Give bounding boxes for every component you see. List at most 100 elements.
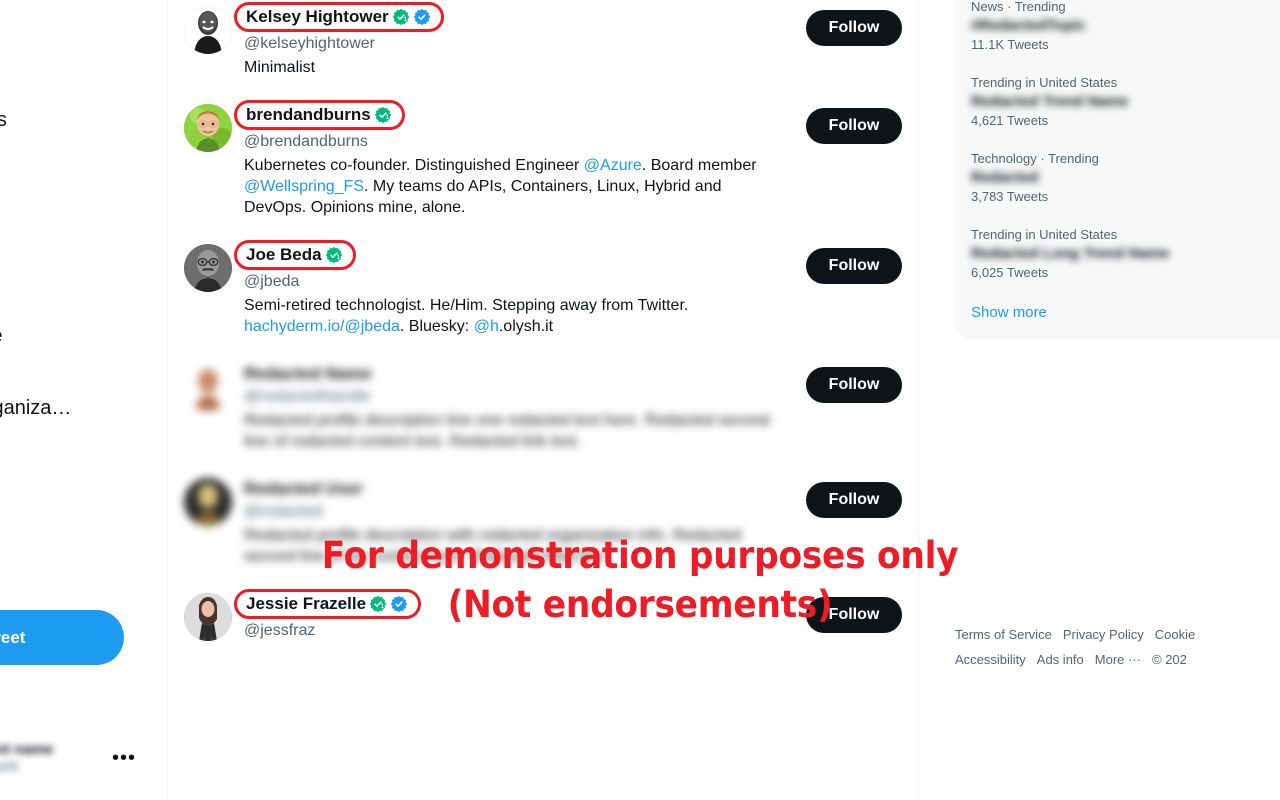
bio-url-link[interactable]: hachyderm.io/@jbeda bbox=[244, 318, 400, 335]
avatar[interactable] bbox=[184, 478, 232, 526]
footer-link-cookie[interactable]: Cookie bbox=[1155, 627, 1195, 642]
blue-verified-badge-icon bbox=[413, 8, 430, 26]
sidebar-item-label: Twitter Blue bbox=[0, 324, 2, 348]
follow-button[interactable]: Follow bbox=[806, 108, 902, 144]
user-name-highlight[interactable]: Joe Beda 1 bbox=[234, 240, 356, 270]
trend-meta: News · Trending bbox=[971, 0, 1066, 14]
user-bio: Semi-retired technologist. He/Him. Stepp… bbox=[244, 295, 786, 337]
follow-button[interactable]: Follow bbox=[806, 597, 902, 633]
footer-link-privacy[interactable]: Privacy Policy bbox=[1063, 627, 1144, 642]
user-name-wrap[interactable]: Redacted Name bbox=[244, 363, 372, 385]
user-name: Redacted User bbox=[244, 479, 364, 498]
avatar-image bbox=[184, 363, 232, 411]
trend-item[interactable]: Trending in United States Redacted Long … bbox=[955, 216, 1280, 292]
trend-item[interactable]: News · Trending #RedactedTopic 11.1K Twe… bbox=[955, 0, 1280, 64]
right-column: NFL · Last night Redacted Trend News · T… bbox=[919, 0, 1280, 800]
user-name-highlight[interactable]: Jessie Frazelle 1 bbox=[234, 589, 422, 619]
user-cell[interactable]: Joe Beda 1 @jbeda Semi-retired technolog… bbox=[168, 230, 918, 349]
user-topline: Kelsey Hightower 1 bbox=[234, 2, 786, 32]
footer-link-more[interactable]: More ··· bbox=[1095, 652, 1141, 667]
footer-link-accessibility[interactable]: Accessibility bbox=[955, 652, 1026, 667]
more-options-icon[interactable]: ••• bbox=[112, 748, 136, 768]
trend-count: 3,783 Tweets bbox=[971, 189, 1049, 204]
follow-button[interactable]: Follow bbox=[806, 248, 902, 284]
trend-title: Redacted Long Trend Name bbox=[971, 245, 1170, 262]
avatar-image bbox=[184, 593, 232, 641]
follow-button[interactable]: Follow bbox=[806, 10, 902, 46]
user-cell[interactable]: Redacted User @redacted Redacted profile… bbox=[168, 464, 918, 579]
follow-button[interactable]: Follow bbox=[806, 482, 902, 518]
left-sidebar: Notifications Messages Bookmarks Twitter… bbox=[0, 0, 168, 800]
user-handle: @jessfraz bbox=[244, 622, 316, 639]
avatar[interactable] bbox=[184, 363, 232, 411]
bio-mention-link[interactable]: @Azure bbox=[584, 157, 642, 174]
footer-link-terms[interactable]: Terms of Service bbox=[955, 627, 1052, 642]
user-handle: @redactedhandle bbox=[244, 388, 371, 405]
trend-count: 6,025 Tweets bbox=[971, 265, 1049, 280]
user-cell[interactable]: brendandburns 1 @brendandburns Kubernete… bbox=[168, 90, 918, 230]
user-bio: Redacted profile description line one re… bbox=[244, 412, 770, 450]
user-bio: Redacted profile description with redact… bbox=[244, 527, 742, 565]
account-name: Account name bbox=[0, 741, 54, 758]
green-check-badge-icon: 1 bbox=[374, 106, 391, 124]
trend-meta: Trending in United States bbox=[971, 75, 1118, 90]
sidebar-item-label: Notifications bbox=[0, 109, 7, 131]
sidebar-item-notifications[interactable]: Notifications bbox=[0, 96, 168, 144]
user-name: Redacted Name bbox=[244, 364, 372, 383]
follow-button[interactable]: Follow bbox=[806, 367, 902, 403]
show-more-link[interactable]: Show more bbox=[955, 292, 1280, 333]
trend-item[interactable]: Trending in United States Redacted Trend… bbox=[955, 64, 1280, 140]
footer-links: Terms of Service Privacy Policy Cookie Acc… bbox=[955, 622, 1280, 672]
user-bio: Minimalist bbox=[244, 59, 316, 76]
user-handle: @kelseyhightower bbox=[244, 35, 375, 52]
sidebar-item-messages[interactable]: Messages bbox=[0, 168, 168, 216]
user-info: Redacted User @redacted Redacted profile… bbox=[244, 478, 794, 567]
trend-item[interactable]: Technology · Trending Redacted 3,783 Twe… bbox=[955, 140, 1280, 216]
green-check-badge-icon: 1 bbox=[392, 8, 409, 26]
sidebar-item-bookmarks[interactable]: Bookmarks bbox=[0, 240, 168, 288]
user-name-wrap[interactable]: Redacted User bbox=[244, 478, 363, 500]
user-cell[interactable]: Jessie Frazelle 1 @jessfraz Follow bbox=[168, 579, 918, 653]
avatar[interactable] bbox=[184, 244, 232, 292]
user-topline: Redacted Name bbox=[244, 363, 786, 385]
user-name: Joe Beda bbox=[246, 245, 322, 264]
user-handle: @brendandburns bbox=[244, 133, 368, 150]
avatar[interactable] bbox=[184, 104, 232, 152]
user-name-highlight[interactable]: brendandburns 1 bbox=[234, 100, 405, 130]
user-name-highlight[interactable]: Kelsey Hightower 1 bbox=[234, 2, 444, 32]
user-info: Redacted Name @redactedhandle Redacted p… bbox=[244, 363, 794, 452]
green-check-badge-icon: 1 bbox=[369, 595, 387, 613]
trend-meta: Technology · Trending bbox=[971, 151, 1099, 166]
user-cell[interactable]: Redacted Name @redactedhandle Redacted p… bbox=[168, 349, 918, 464]
bio-text: Semi-retired technologist. He/Him. Stepp… bbox=[244, 297, 689, 314]
account-handle: @account bbox=[0, 758, 18, 775]
avatar-image bbox=[184, 478, 232, 526]
avatar[interactable] bbox=[184, 593, 232, 641]
footer-link-ads-info[interactable]: Ads info bbox=[1037, 652, 1084, 667]
trend-count: 11.1K Tweets bbox=[971, 37, 1049, 52]
user-name: Kelsey Hightower bbox=[246, 7, 389, 26]
tweet-button[interactable]: Tweet bbox=[0, 610, 124, 665]
sidebar-item-label: Verified Organiza… bbox=[0, 397, 72, 419]
green-check-badge-icon: 1 bbox=[325, 246, 342, 264]
avatar[interactable] bbox=[184, 6, 232, 54]
account-switcher[interactable]: Account name @account ••• bbox=[0, 726, 148, 790]
user-cell[interactable]: Kelsey Hightower 1 @kelseyhightower Mini… bbox=[168, 0, 918, 90]
twitter-connect-page: Notifications Messages Bookmarks Twitter… bbox=[0, 0, 1280, 800]
user-handle: @jbeda bbox=[244, 273, 300, 290]
user-info: Jessie Frazelle 1 @jessfraz bbox=[234, 589, 794, 641]
sidebar-item-twitter-blue[interactable]: Twitter Blue bbox=[0, 312, 168, 360]
trend-title: #RedactedTopic bbox=[971, 17, 1086, 34]
blue-verified-badge-icon bbox=[390, 595, 408, 613]
user-info: Joe Beda 1 @jbeda Semi-retired technolog… bbox=[234, 240, 794, 337]
trend-title: Redacted Trend Name bbox=[971, 93, 1129, 110]
main-column: Kelsey Hightower 1 @kelseyhightower Mini… bbox=[168, 0, 918, 800]
user-handle: @redacted bbox=[244, 503, 323, 520]
account-meta: Account name @account bbox=[0, 741, 102, 775]
user-topline: Redacted User bbox=[244, 478, 786, 500]
user-topline: Jessie Frazelle 1 bbox=[234, 589, 786, 619]
bio-mention-link[interactable]: @Wellspring_FS bbox=[244, 178, 364, 195]
bio-mention-link[interactable]: @h bbox=[474, 318, 499, 335]
user-topline: brendandburns 1 bbox=[234, 100, 786, 130]
sidebar-item-verified-organizations[interactable]: Verified Organiza… bbox=[0, 384, 168, 432]
